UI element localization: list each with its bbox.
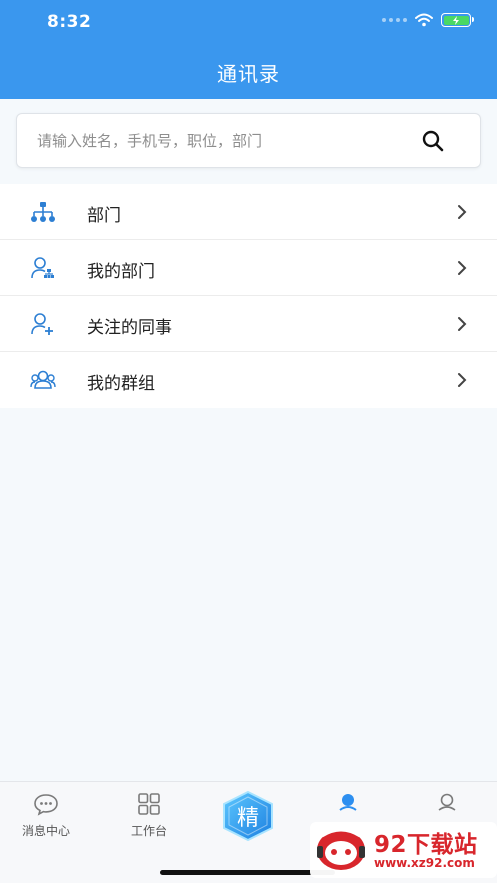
chat-icon xyxy=(34,794,58,816)
watermark-title: 92下载站 xyxy=(374,832,478,858)
menu-item-department[interactable]: 部门 xyxy=(0,184,497,240)
group-icon xyxy=(30,370,56,389)
menu-item-label: 部门 xyxy=(87,206,121,226)
menu-item-followed-colleagues[interactable]: 关注的同事 xyxy=(0,296,497,352)
page-title: 通讯录 xyxy=(217,62,280,86)
tab-profile[interactable] xyxy=(402,792,492,818)
app-header: 8:32 通讯录 xyxy=(0,0,497,99)
profile-icon xyxy=(438,793,456,811)
tab-contacts[interactable] xyxy=(303,792,393,818)
status-time: 8:32 xyxy=(47,12,92,32)
tab-label: 工作台 xyxy=(130,824,167,838)
site-watermark: 92下载站 www.xz92.com xyxy=(310,822,497,878)
battery-icon xyxy=(441,13,474,27)
chevron-right-icon xyxy=(458,317,467,331)
menu-item-my-groups[interactable]: 我的群组 xyxy=(0,352,497,408)
chevron-right-icon xyxy=(458,373,467,387)
search-input[interactable] xyxy=(37,114,417,167)
chevron-right-icon xyxy=(458,261,467,275)
menu-item-label: 我的部门 xyxy=(87,262,155,282)
search-box xyxy=(16,113,481,168)
watermark-url: www.xz92.com xyxy=(374,856,475,870)
menu-item-my-department[interactable]: 我的部门 xyxy=(0,240,497,296)
contacts-menu: 部门 我的部门 关注的同事 我的群组 xyxy=(0,184,497,408)
wifi-icon xyxy=(415,13,433,27)
contacts-icon xyxy=(339,794,357,811)
org-chart-icon xyxy=(31,202,55,222)
grid-icon xyxy=(138,793,160,815)
chevron-right-icon xyxy=(458,205,467,219)
featured-hexagon-icon[interactable]: 精 xyxy=(220,790,276,842)
featured-label: 精 xyxy=(237,806,259,831)
menu-item-label: 关注的同事 xyxy=(87,318,172,338)
home-indicator xyxy=(160,870,335,875)
tab-workbench[interactable]: 工作台 xyxy=(104,792,194,839)
status-indicators xyxy=(382,13,474,27)
user-department-icon xyxy=(31,257,54,279)
search-icon[interactable] xyxy=(420,128,446,154)
watermark-logo-icon xyxy=(317,828,365,870)
menu-item-label: 我的群组 xyxy=(87,374,155,394)
tab-messages[interactable]: 消息中心 xyxy=(1,792,91,839)
user-add-icon xyxy=(31,313,53,335)
tab-label: 消息中心 xyxy=(21,824,70,838)
signal-icon xyxy=(382,18,407,22)
